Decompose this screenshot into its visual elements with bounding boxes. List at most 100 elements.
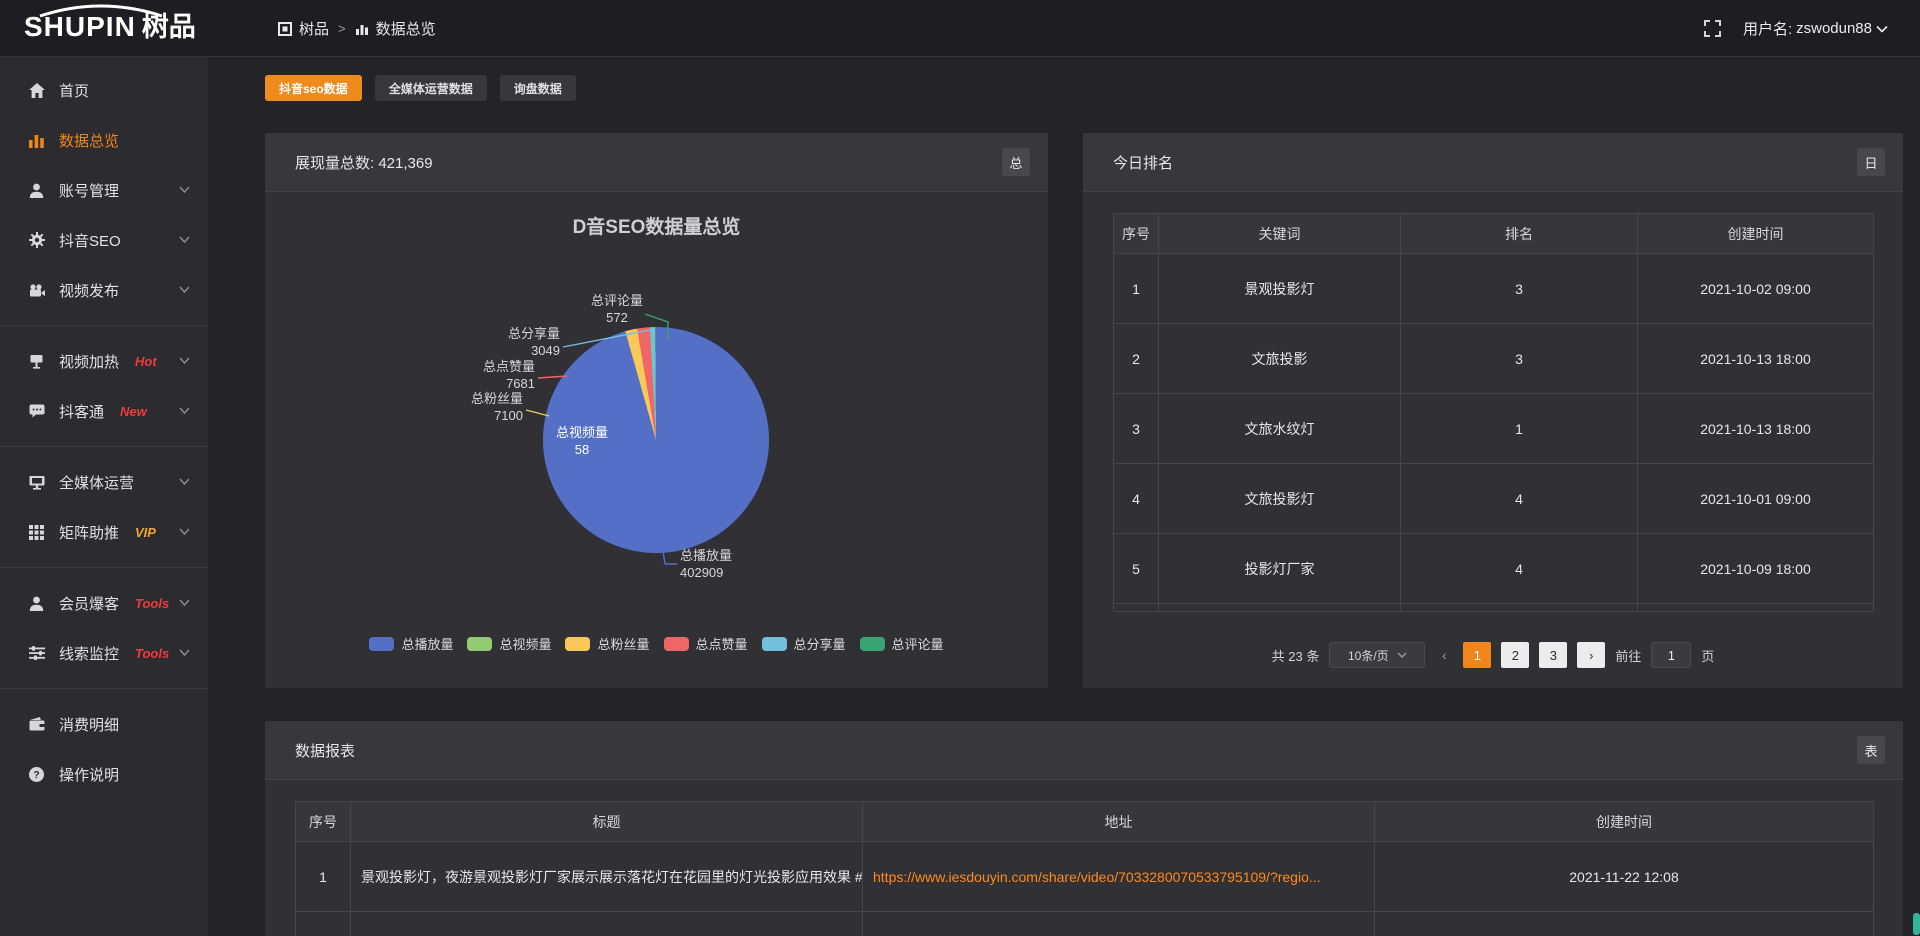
sidebar-item-label: 矩阵助推: [59, 522, 119, 543]
page-button-1[interactable]: 1: [1463, 642, 1491, 668]
col-index: 序号: [296, 802, 351, 842]
overview-panel: 展现量总数: 421,369 总 D音SEO数据量总览 总评论量572 总分享量…: [265, 133, 1048, 688]
sidebar-item-doukegtong[interactable]: 抖客通 New: [0, 386, 208, 436]
total-badge-button[interactable]: 总: [1002, 148, 1030, 176]
chevron-down-icon: [179, 407, 190, 414]
legend-item[interactable]: 总点赞量: [664, 634, 748, 653]
col-title: 标题: [351, 802, 863, 842]
home-icon: [28, 83, 45, 98]
sidebar-item-label: 操作说明: [59, 764, 119, 785]
overview-title: 展现量总数: 421,369: [295, 152, 433, 173]
sidebar-item-home[interactable]: 首页: [0, 65, 208, 115]
col-keyword: 关键词: [1159, 214, 1401, 254]
tab-douyin-seo-data[interactable]: 抖音seo数据: [265, 75, 362, 101]
pie-label-plays: 总播放量402909: [680, 547, 790, 581]
sidebar: 首页 数据总览 账号管理 抖音SEO 视频发布 视频加热 Hot 抖客通 New…: [0, 57, 208, 936]
gear-icon: [28, 232, 45, 248]
tab-inquiry-data[interactable]: 询盘数据: [500, 75, 576, 101]
table-row-partial: [296, 912, 1874, 936]
wallet-icon: [28, 717, 45, 731]
goto-page-input[interactable]: [1651, 642, 1691, 668]
sidebar-item-member-burst[interactable]: 会员爆客 Tools: [0, 578, 208, 628]
sidebar-item-data-overview[interactable]: 数据总览: [0, 115, 208, 165]
tab-media-ops-data[interactable]: 全媒体运营数据: [375, 75, 487, 101]
goto-suffix: 页: [1701, 646, 1714, 665]
page-button-2[interactable]: 2: [1501, 642, 1529, 668]
sidebar-item-label: 数据总览: [59, 130, 119, 151]
sidebar-item-expense-detail[interactable]: 消费明细: [0, 699, 208, 749]
sidebar-item-matrix-boost[interactable]: 矩阵助推 VIP: [0, 507, 208, 557]
chevron-down-icon: [1397, 652, 1407, 658]
chevron-down-icon: [179, 186, 190, 193]
breadcrumb-home[interactable]: 树品: [299, 18, 329, 39]
sidebar-item-video-heat[interactable]: 视频加热 Hot: [0, 336, 208, 386]
user-icon: [28, 183, 45, 198]
pie-chart: D音SEO数据量总览 总评论量572 总分享量3049 总点赞量7681 总粉丝…: [265, 192, 1048, 688]
overview-panel-header: 展现量总数: 421,369 总: [265, 133, 1048, 192]
sidebar-item-label: 抖客通: [59, 401, 104, 422]
legend-item[interactable]: 总播放量: [369, 634, 453, 653]
table-row-partial: [1114, 604, 1874, 612]
legend-item[interactable]: 总视频量: [467, 634, 551, 653]
sidebar-item-douyin-seo[interactable]: 抖音SEO: [0, 215, 208, 265]
col-index: 序号: [1114, 214, 1159, 254]
legend-swatch: [565, 637, 590, 651]
sidebar-item-media-ops[interactable]: 全媒体运营: [0, 457, 208, 507]
day-badge-button[interactable]: 日: [1857, 148, 1885, 176]
vip-badge: VIP: [135, 525, 156, 540]
report-title: 数据报表: [295, 740, 355, 761]
chevron-down-icon: [179, 599, 190, 606]
legend-swatch: [860, 637, 885, 651]
breadcrumb-chart-icon: [355, 22, 369, 36]
pagination-total: 共 23 条: [1272, 646, 1320, 665]
tools-badge: Tools: [135, 646, 169, 661]
legend-swatch: [369, 637, 394, 651]
fullscreen-icon[interactable]: [1704, 20, 1721, 37]
new-badge: New: [120, 404, 147, 419]
breadcrumb-home-icon: [278, 22, 292, 36]
sidebar-item-label: 线索监控: [59, 643, 119, 664]
col-rank: 排名: [1401, 214, 1638, 254]
video-title: 景观投影灯，夜游景观投影灯厂家展示展示落花灯在花园里的灯光投影应用效果 #: [351, 842, 863, 912]
question-icon: ?: [28, 767, 45, 782]
table-row: 3文旅水纹灯12021-10-13 18:00: [1114, 394, 1874, 464]
chevron-down-icon: [179, 236, 190, 243]
chevron-down-icon: [179, 528, 190, 535]
legend-swatch: [664, 637, 689, 651]
sidebar-divider: [0, 688, 208, 689]
legend-item[interactable]: 总粉丝量: [565, 634, 649, 653]
pagination: 共 23 条 10条/页 ‹ 1 2 3 › 前往 页: [1083, 642, 1903, 668]
legend-item[interactable]: 总分享量: [762, 634, 846, 653]
svg-text:?: ?: [33, 770, 39, 781]
chat-icon: [28, 404, 45, 418]
sidebar-item-video-publish[interactable]: 视频发布: [0, 265, 208, 315]
report-panel-header: 数据报表 表: [265, 721, 1903, 780]
ranking-table: 序号 关键词 排名 创建时间 1景观投影灯32021-10-02 09:00 2…: [1113, 213, 1874, 612]
table-row: 1 景观投影灯，夜游景观投影灯厂家展示展示落花灯在花园里的灯光投影应用效果 # …: [296, 842, 1874, 912]
member-icon: [28, 596, 45, 611]
prev-page-button[interactable]: ‹: [1435, 647, 1453, 663]
bar-chart-icon: [28, 133, 45, 148]
sidebar-item-label: 消费明细: [59, 714, 119, 735]
hot-badge: Hot: [135, 354, 157, 369]
video-link[interactable]: https://www.iesdouyin.com/share/video/70…: [873, 869, 1321, 885]
page-size-select[interactable]: 10条/页: [1329, 642, 1425, 668]
scrollbar-thumb[interactable]: [1913, 913, 1920, 935]
table-badge-button[interactable]: 表: [1857, 736, 1885, 764]
sidebar-item-account[interactable]: 账号管理: [0, 165, 208, 215]
next-page-button[interactable]: ›: [1577, 642, 1605, 668]
legend-swatch: [467, 637, 492, 651]
sidebar-item-help[interactable]: ? 操作说明: [0, 749, 208, 799]
goto-label: 前往: [1615, 646, 1641, 665]
pie-label-comments: 总评论量572: [577, 292, 657, 326]
user-menu[interactable]: 用户名: zswodun88: [1743, 18, 1888, 39]
sidebar-item-label: 视频发布: [59, 280, 119, 301]
sidebar-item-label: 视频加热: [59, 351, 119, 372]
table-row: 5投影灯厂家42021-10-09 18:00: [1114, 534, 1874, 604]
sidebar-item-lead-monitor[interactable]: 线索监控 Tools: [0, 628, 208, 678]
monitor-icon: [28, 475, 45, 490]
ranking-title: 今日排名: [1113, 152, 1173, 173]
legend-item[interactable]: 总评论量: [860, 634, 944, 653]
page-button-3[interactable]: 3: [1539, 642, 1567, 668]
col-created: 创建时间: [1375, 802, 1874, 842]
